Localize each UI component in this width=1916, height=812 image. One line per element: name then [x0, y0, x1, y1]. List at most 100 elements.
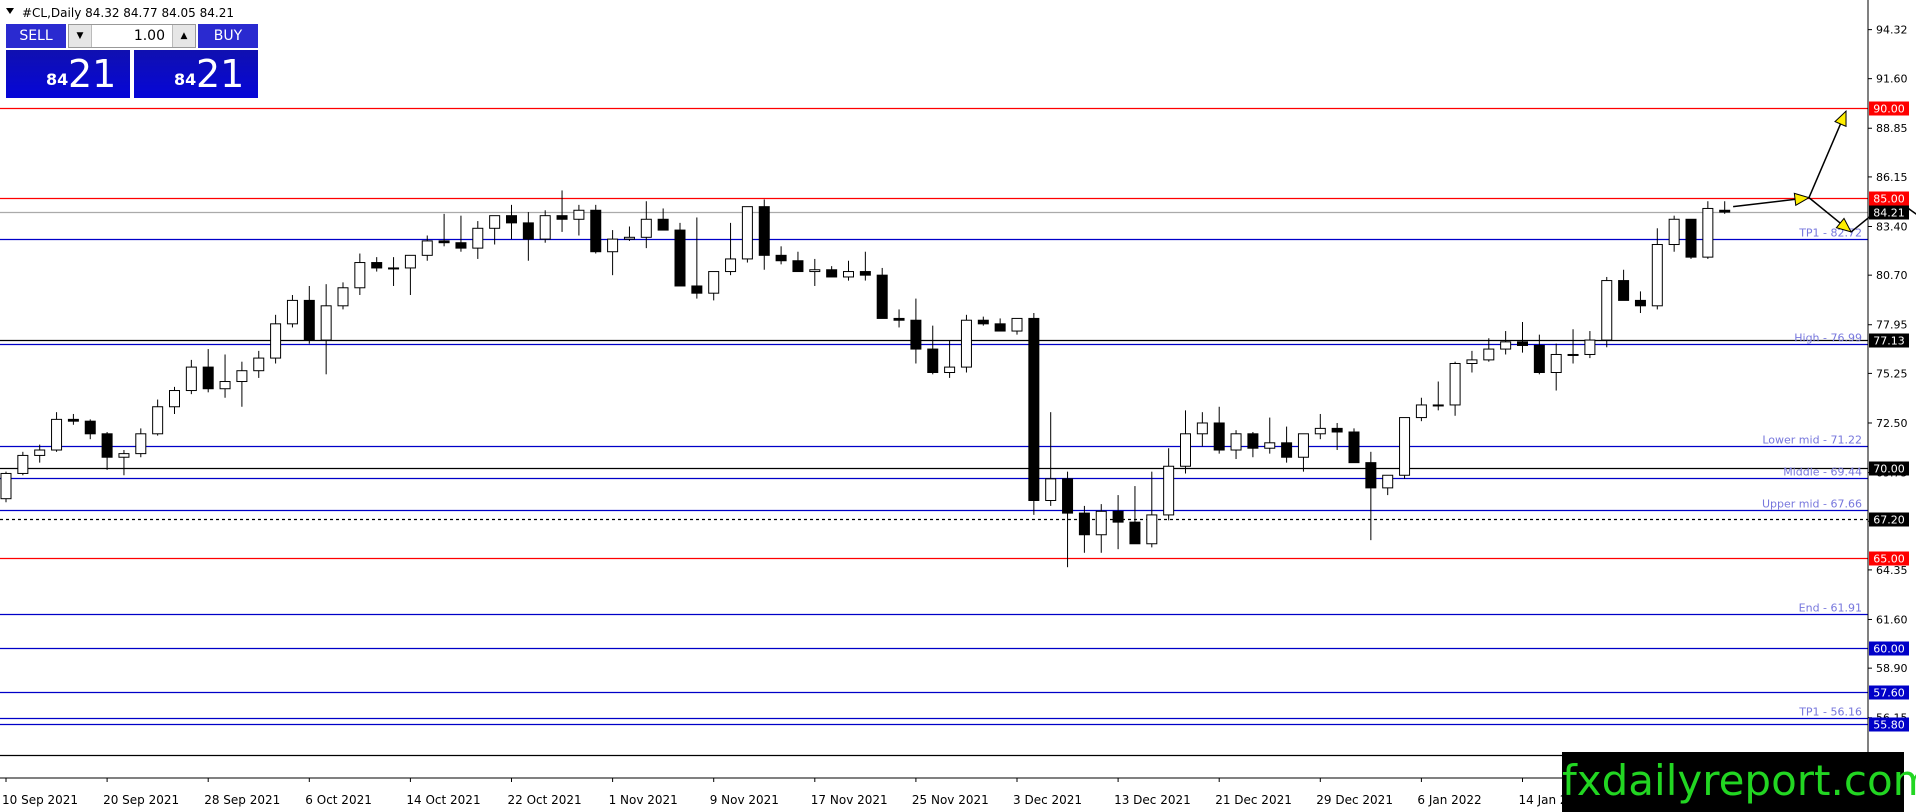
candle-body — [337, 287, 349, 307]
brand-watermark: fxdailyreport.com — [1562, 752, 1916, 812]
candle-body — [927, 348, 939, 374]
time-tick-label: 17 Nov 2021 — [811, 793, 888, 807]
candle-body — [1129, 521, 1141, 545]
level-price-label: 70.00 — [1873, 463, 1905, 476]
candle-body — [1719, 209, 1731, 213]
level-inline-label: TP1 - 82.72 — [1798, 227, 1862, 240]
candle-body — [893, 317, 905, 321]
candle-body — [623, 236, 635, 240]
candle-body — [152, 406, 164, 435]
chart-background — [0, 0, 1916, 812]
sell-price-prefix: 84 — [46, 70, 69, 89]
candle-body — [1045, 478, 1057, 501]
candle-body — [843, 271, 854, 278]
candle-body — [1028, 317, 1040, 501]
level-price-label: 84.21 — [1873, 207, 1905, 220]
candle-body — [1264, 442, 1276, 449]
candle-body — [1466, 359, 1478, 364]
candle-body — [388, 267, 400, 270]
price-tick-label: 94.32 — [1876, 24, 1908, 37]
candle-body — [792, 260, 804, 273]
candle-body — [1668, 218, 1680, 246]
candle-body — [34, 449, 46, 456]
buy-price-prefix: 84 — [174, 70, 197, 89]
candle-body — [960, 319, 972, 368]
candle-body — [775, 254, 787, 262]
candle-body — [354, 262, 366, 289]
candle-body — [809, 269, 821, 273]
price-tick-label: 61.60 — [1876, 613, 1908, 626]
candle-body — [1601, 280, 1613, 341]
time-tick-label: 13 Dec 2021 — [1114, 793, 1191, 807]
candle-body — [1163, 465, 1175, 516]
buy-button[interactable]: BUY — [198, 24, 258, 48]
time-tick-label: 1 Nov 2021 — [609, 793, 678, 807]
time-tick-label: 29 Dec 2021 — [1316, 793, 1393, 807]
candle-body — [944, 366, 956, 374]
candle-body — [438, 240, 450, 244]
candle-body — [1432, 404, 1444, 407]
time-tick-label: 10 Sep 2021 — [2, 793, 78, 807]
candle-body — [185, 366, 197, 392]
time-tick-label: 6 Oct 2021 — [305, 793, 372, 807]
candle-body — [1196, 422, 1208, 435]
candle-body — [1078, 512, 1090, 536]
buy-price-box[interactable]: 84 21 — [134, 50, 258, 98]
candle-body — [101, 433, 113, 458]
candle-body — [1500, 341, 1512, 350]
candle-body — [1399, 417, 1411, 476]
candle-body — [640, 218, 652, 238]
price-tick-label: 75.25 — [1876, 367, 1908, 380]
candle-body — [202, 366, 214, 390]
candle-body — [320, 305, 332, 341]
lot-size-input[interactable]: ▼ 1.00 ▲ — [68, 24, 196, 48]
price-tick-label: 91.60 — [1876, 73, 1908, 86]
time-tick-label: 25 Nov 2021 — [912, 793, 989, 807]
candle-body — [236, 370, 248, 383]
candle-body — [539, 215, 551, 240]
candle-body — [371, 262, 383, 269]
buy-price-big: 21 — [196, 52, 245, 96]
time-tick-label: 20 Sep 2021 — [103, 793, 179, 807]
price-tick-label: 72.50 — [1876, 417, 1908, 430]
chart-header: #CL,Daily 84.32 84.77 84.05 84.21 — [22, 6, 234, 20]
candle-body — [1415, 404, 1427, 419]
one-click-trading-panel: SELL ▼ 1.00 ▲ BUY 84 21 84 21 — [6, 24, 258, 98]
time-tick-label: 9 Nov 2021 — [710, 793, 779, 807]
price-tick-label: 77.95 — [1876, 319, 1908, 332]
candle-body — [489, 215, 501, 229]
level-price-label: 85.00 — [1873, 193, 1905, 206]
candle-body — [590, 209, 602, 253]
price-chart[interactable]: TP1 - 82.72 High - 76.99 Lower mid - 71.22… — [0, 0, 1916, 812]
candle-body — [1011, 317, 1023, 332]
candle-body — [826, 269, 838, 278]
candle-body — [1281, 442, 1293, 458]
lot-value[interactable]: 1.00 — [134, 25, 165, 47]
candle-body — [84, 420, 96, 435]
triangle-down-icon[interactable]: ▼ — [69, 25, 92, 47]
candle-body — [1634, 299, 1646, 307]
candle-body — [876, 274, 888, 319]
candle-body — [1567, 353, 1579, 356]
candle-body — [286, 299, 298, 325]
candle-body — [1702, 207, 1714, 258]
level-inline-label: Upper mid - 67.66 — [1762, 498, 1862, 511]
sell-price-box[interactable]: 84 21 — [6, 50, 130, 98]
triangle-up-icon[interactable]: ▲ — [172, 25, 195, 47]
level-price-label: 77.13 — [1873, 335, 1905, 348]
candle-body — [1213, 422, 1225, 451]
sell-button[interactable]: SELL — [6, 24, 66, 48]
candle-body — [607, 238, 619, 253]
candle-body — [506, 215, 517, 224]
candle-body — [1533, 344, 1545, 374]
candle-body — [674, 229, 686, 287]
price-tick-label: 88.85 — [1876, 122, 1908, 135]
candle-body — [556, 215, 568, 220]
candle-body — [1314, 427, 1326, 435]
candle-body — [1382, 474, 1394, 489]
candle-body — [691, 285, 703, 294]
candle-body — [859, 271, 871, 276]
price-tick-label: 83.40 — [1876, 220, 1908, 233]
candle-body — [17, 454, 29, 474]
time-tick-label: 14 Oct 2021 — [406, 793, 480, 807]
